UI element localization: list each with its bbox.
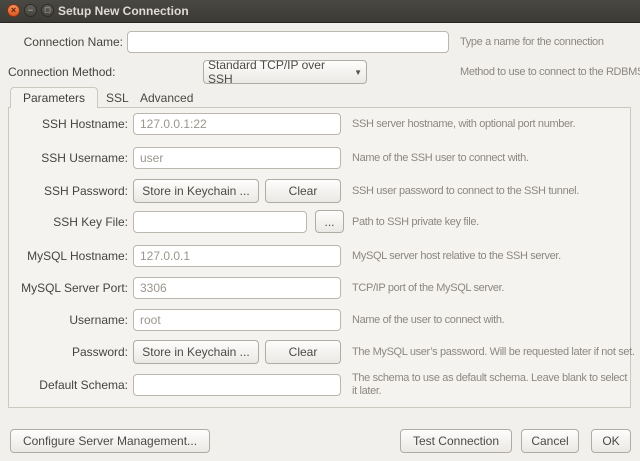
mysql-hostname-label: MySQL Hostname: xyxy=(10,245,128,267)
connection-name-hint: Type a name for the connection xyxy=(460,31,604,53)
dropdown-arrow-icon: ▼ xyxy=(354,68,362,77)
default-schema-label: Default Schema: xyxy=(10,374,128,396)
password-hint: The MySQL user’s password. Will be reque… xyxy=(352,340,635,364)
ssh-password-hint: SSH user password to connect to the SSH … xyxy=(352,179,579,203)
mysql-port-label: MySQL Server Port: xyxy=(10,277,128,299)
ok-button[interactable]: OK xyxy=(591,429,631,453)
connection-method-dropdown[interactable]: Standard TCP/IP over SSH ▼ xyxy=(203,60,367,84)
configure-server-management-button[interactable]: Configure Server Management... xyxy=(10,429,210,453)
username-hint: Name of the user to connect with. xyxy=(352,309,504,331)
username-label: Username: xyxy=(10,309,128,331)
ssh-hostname-label: SSH Hostname: xyxy=(10,113,128,135)
ssh-username-hint: Name of the SSH user to connect with. xyxy=(352,147,529,169)
password-store-keychain-button[interactable]: Store in Keychain ... xyxy=(133,340,259,364)
default-schema-input[interactable] xyxy=(133,374,341,396)
connection-method-hint: Method to use to connect to the RDBMS xyxy=(460,60,640,84)
test-connection-button[interactable]: Test Connection xyxy=(400,429,512,453)
window-title: Setup New Connection xyxy=(58,0,189,22)
ssh-key-file-label: SSH Key File: xyxy=(10,211,128,233)
mysql-port-input[interactable] xyxy=(133,277,341,299)
tab-ssl[interactable]: SSL xyxy=(106,89,129,107)
minimize-icon[interactable]: − xyxy=(24,4,37,17)
connection-method-value: Standard TCP/IP over SSH xyxy=(208,58,347,86)
ssh-key-file-hint: Path to SSH private key file. xyxy=(352,211,479,233)
ssh-username-input[interactable] xyxy=(133,147,341,169)
setup-new-connection-dialog: × − ▢ Setup New Connection Connection Na… xyxy=(0,0,640,461)
ssh-username-label: SSH Username: xyxy=(10,147,128,169)
mysql-hostname-hint: MySQL server host relative to the SSH se… xyxy=(352,245,561,267)
ssh-hostname-input[interactable] xyxy=(133,113,341,135)
tab-advanced[interactable]: Advanced xyxy=(140,89,193,107)
ssh-key-file-input[interactable] xyxy=(133,211,307,233)
ssh-password-label: SSH Password: xyxy=(10,179,128,201)
maximize-icon[interactable]: ▢ xyxy=(41,4,54,17)
mysql-hostname-input[interactable] xyxy=(133,245,341,267)
connection-name-input[interactable] xyxy=(127,31,449,53)
cancel-button[interactable]: Cancel xyxy=(521,429,579,453)
ssh-key-file-browse-button[interactable]: ... xyxy=(315,210,344,233)
mysql-port-hint: TCP/IP port of the MySQL server. xyxy=(352,277,504,299)
ssh-hostname-hint: SSH server hostname, with optional port … xyxy=(352,113,575,135)
password-clear-button[interactable]: Clear xyxy=(265,340,341,364)
titlebar[interactable]: × − ▢ Setup New Connection xyxy=(0,0,640,23)
ssh-password-clear-button[interactable]: Clear xyxy=(265,179,341,203)
default-schema-hint: The schema to use as default schema. Lea… xyxy=(352,372,630,398)
tab-parameters[interactable]: Parameters xyxy=(10,87,98,108)
close-icon[interactable]: × xyxy=(7,4,20,17)
connection-name-label: Connection Name: xyxy=(8,31,123,53)
username-input[interactable] xyxy=(133,309,341,331)
password-label: Password: xyxy=(10,340,128,362)
ssh-password-store-keychain-button[interactable]: Store in Keychain ... xyxy=(133,179,259,203)
connection-method-label: Connection Method: xyxy=(8,60,123,82)
